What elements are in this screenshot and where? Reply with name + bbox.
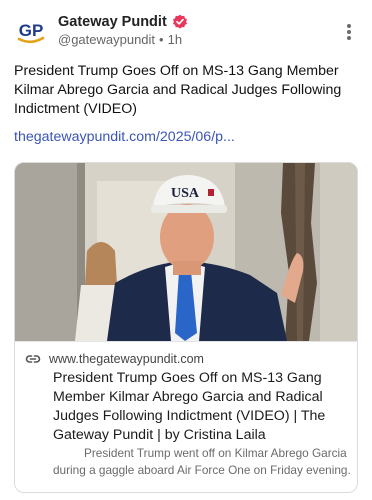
post-header: GP Gateway Pundit @gatewaypundit • 1h <box>14 12 358 52</box>
avatar-logo: GP <box>17 21 45 44</box>
link-icon <box>25 355 41 363</box>
author-info: Gateway Pundit @gatewaypundit • 1h <box>58 14 188 47</box>
meta-separator: • <box>159 32 164 47</box>
more-dot <box>347 36 351 40</box>
post-text: President Trump Goes Off on MS-13 Gang M… <box>14 63 342 117</box>
handle[interactable]: @gatewaypundit <box>58 32 155 47</box>
card-image[interactable]: USA <box>15 163 357 341</box>
card-photo: USA <box>15 163 357 341</box>
card-description: President Trump went off on Kilmar Abreg… <box>53 446 351 477</box>
svg-text:GP: GP <box>19 21 44 40</box>
display-name[interactable]: Gateway Pundit <box>58 14 167 30</box>
card-domain: www.thegatewaypundit.com <box>49 352 204 366</box>
card-domain-row: www.thegatewaypundit.com <box>25 351 204 367</box>
card-body[interactable]: www.thegatewaypundit.com President Trump… <box>15 341 357 492</box>
more-dot <box>347 24 351 28</box>
verified-badge-icon <box>172 14 187 29</box>
more-options-icon[interactable] <box>344 22 354 42</box>
svg-text:USA: USA <box>171 186 200 201</box>
gateway-pundit-logo-icon[interactable]: GP <box>14 14 48 48</box>
card-title[interactable]: President Trump Goes Off on MS-13 Gang M… <box>53 369 353 445</box>
timestamp[interactable]: 1h <box>168 32 182 47</box>
more-dot <box>347 30 351 34</box>
post-link[interactable]: thegatewaypundit.com/2025/06/p... <box>14 129 235 145</box>
link-preview-card[interactable]: USA www.thegatewaypundit.com President T… <box>14 162 358 493</box>
meta-row: @gatewaypundit • 1h <box>58 32 188 47</box>
